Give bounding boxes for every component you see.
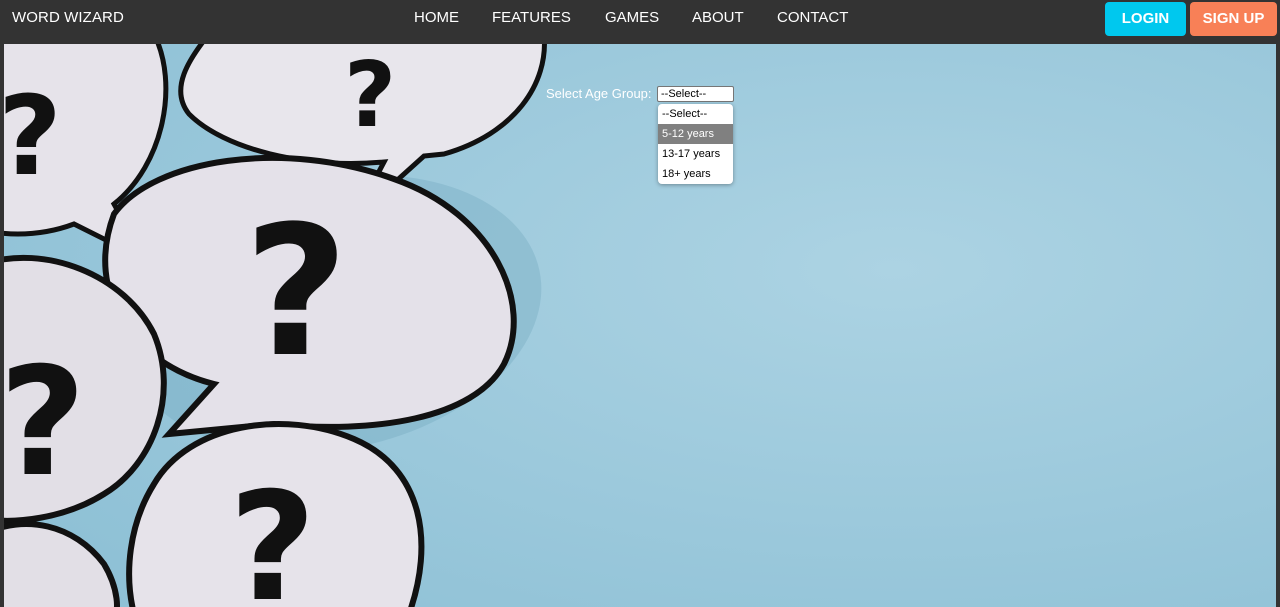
- age-group-label: Select Age Group:: [546, 86, 652, 101]
- nav-link-games[interactable]: GAMES: [605, 9, 659, 27]
- page: WORD WIZARD HOME FEATURES GAMES ABOUT CO…: [0, 0, 1280, 607]
- svg-text:?: ?: [4, 72, 62, 200]
- nav-links: HOME FEATURES GAMES ABOUT CONTACT: [0, 0, 1280, 44]
- svg-text:?: ?: [344, 44, 396, 148]
- question-mark-speech-bubble-image: ? ? ? ? ?: [4, 44, 1276, 607]
- option-select-placeholder[interactable]: --Select--: [658, 104, 733, 124]
- nav-link-features[interactable]: FEATURES: [492, 9, 571, 27]
- hero-background: ? ? ? ? ?: [4, 44, 1276, 607]
- top-navbar: WORD WIZARD HOME FEATURES GAMES ABOUT CO…: [0, 0, 1280, 44]
- nav-link-about[interactable]: ABOUT: [692, 9, 744, 27]
- svg-text:?: ?: [4, 336, 86, 510]
- age-group-select-value: --Select--: [661, 88, 707, 100]
- age-group-dropdown-list: --Select-- 5-12 years 13-17 years 18+ ye…: [658, 104, 733, 184]
- option-18-plus-years[interactable]: 18+ years: [658, 164, 733, 184]
- option-13-17-years[interactable]: 13-17 years: [658, 144, 733, 164]
- svg-text:?: ?: [229, 461, 316, 607]
- svg-text:?: ?: [244, 188, 348, 397]
- nav-link-home[interactable]: HOME: [414, 9, 459, 27]
- signup-button[interactable]: SIGN UP: [1190, 2, 1277, 36]
- option-5-12-years[interactable]: 5-12 years: [658, 124, 733, 144]
- age-group-select[interactable]: --Select--: [657, 86, 734, 102]
- login-button[interactable]: LOGIN: [1105, 2, 1186, 36]
- nav-link-contact[interactable]: CONTACT: [777, 9, 848, 27]
